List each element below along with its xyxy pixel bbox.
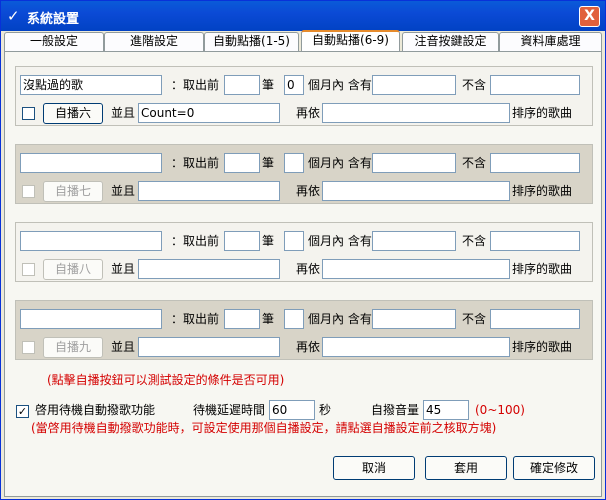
volume-range: (0~100) [475, 403, 525, 417]
sort-input[interactable] [322, 103, 510, 123]
sorted-label: 排序的歌曲 [512, 184, 573, 198]
count-input[interactable] [224, 153, 260, 173]
condition-input[interactable] [138, 337, 280, 357]
tab-phonetic-keys[interactable]: 注音按鍵設定 [402, 32, 499, 51]
pen-label: 筆 [262, 234, 275, 248]
enable-checkbox[interactable] [22, 107, 35, 120]
count-input[interactable] [224, 231, 260, 251]
standby-label: 啓用待機自動撥歌功能 [35, 403, 156, 417]
checkmark-icon: ✓ [7, 7, 20, 25]
autoplay-group-6: 沒點過的歌 ：取出前 筆 0 個月內 含有 不含 自播六 並且 Count=0 … [15, 66, 593, 126]
volume-label: 自撥音量 [371, 403, 420, 417]
months-label: 個月內 含有 [308, 156, 372, 170]
include-input[interactable] [372, 153, 456, 173]
group-name-input[interactable] [20, 153, 162, 173]
autoplay-7-button[interactable]: 自播七 [43, 181, 103, 202]
pen-label: 筆 [262, 156, 275, 170]
exclude-label: 不含 [462, 78, 487, 92]
sorted-label: 排序的歌曲 [512, 340, 573, 354]
group-name-input[interactable] [20, 309, 162, 329]
and-label: 並且 [111, 340, 136, 354]
then-by-label: 再依 [296, 262, 321, 276]
exclude-label: 不含 [462, 312, 487, 326]
condition-input[interactable] [138, 259, 280, 279]
autoplay-9-button[interactable]: 自播九 [43, 337, 103, 358]
months-input[interactable]: 0 [284, 75, 304, 95]
count-input[interactable] [224, 75, 260, 95]
and-label: 並且 [111, 106, 136, 120]
months-label: 個月內 含有 [308, 78, 372, 92]
autoplay-group-7: ：取出前 筆 個月內 含有 不含 自播七 並且 再依 排序的歌曲 [15, 144, 593, 204]
and-label: 並且 [111, 184, 136, 198]
enable-checkbox[interactable] [22, 341, 35, 354]
and-label: 並且 [111, 262, 136, 276]
sorted-label: 排序的歌曲 [512, 106, 573, 120]
sort-input[interactable] [322, 181, 510, 201]
settings-window: ✓ 系統設置 X 一般設定 進階設定 自動點播(1-5) 自動點播(6-9) 注… [0, 0, 606, 500]
then-by-label: 再依 [296, 184, 321, 198]
months-label: 個月內 含有 [308, 234, 372, 248]
cancel-button[interactable]: 取消 [333, 456, 415, 480]
include-input[interactable] [372, 75, 456, 95]
take-prefix-label: ：取出前 [171, 156, 220, 170]
delay-unit: 秒 [319, 403, 332, 417]
tab-autoplay-1-5[interactable]: 自動點播(1-5) [204, 32, 299, 51]
tab-autoplay-6-9[interactable]: 自動點播(6-9) [301, 30, 400, 52]
months-input[interactable] [284, 153, 304, 173]
close-button[interactable]: X [579, 6, 600, 27]
then-by-label: 再依 [296, 340, 321, 354]
exclude-label: 不含 [462, 156, 487, 170]
enable-checkbox[interactable] [22, 185, 35, 198]
delay-label: 待機延遲時間 [193, 403, 266, 417]
test-hint: (點擊自播按鈕可以測試設定的條件是否可用) [47, 373, 285, 387]
take-prefix-label: ：取出前 [171, 234, 220, 248]
apply-button[interactable]: 套用 [425, 456, 507, 480]
autoplay-group-8: ：取出前 筆 個月內 含有 不含 自播八 並且 再依 排序的歌曲 [15, 222, 593, 282]
include-input[interactable] [372, 309, 456, 329]
condition-input[interactable]: Count=0 [138, 103, 280, 123]
sorted-label: 排序的歌曲 [512, 262, 573, 276]
enable-checkbox[interactable] [22, 263, 35, 276]
tab-bar: 一般設定 進階設定 自動點播(1-5) 自動點播(6-9) 注音按鍵設定 資料庫… [1, 30, 605, 52]
take-prefix-label: ：取出前 [171, 312, 220, 326]
pen-label: 筆 [262, 78, 275, 92]
tab-panel: 沒點過的歌 ：取出前 筆 0 個月內 含有 不含 自播六 並且 Count=0 … [4, 51, 602, 497]
autoplay-8-button[interactable]: 自播八 [43, 259, 103, 280]
tab-general[interactable]: 一般設定 [4, 32, 104, 51]
months-input[interactable] [284, 231, 304, 251]
tab-database[interactable]: 資料庫處理 [499, 32, 602, 51]
standby-hint: (當啓用待機自動撥歌功能時，可設定使用那個自播設定，請點選自播設定前之核取方塊) [31, 421, 497, 435]
confirm-button[interactable]: 確定修改 [513, 456, 595, 480]
sort-input[interactable] [322, 337, 510, 357]
delay-input[interactable]: 60 [269, 400, 315, 420]
count-input[interactable] [224, 309, 260, 329]
sort-input[interactable] [322, 259, 510, 279]
include-input[interactable] [372, 231, 456, 251]
tab-advanced[interactable]: 進階設定 [104, 32, 204, 51]
volume-input[interactable]: 45 [423, 400, 469, 420]
exclude-input[interactable] [490, 231, 580, 251]
months-input[interactable] [284, 309, 304, 329]
autoplay-6-button[interactable]: 自播六 [43, 103, 103, 124]
months-label: 個月內 含有 [308, 312, 372, 326]
exclude-input[interactable] [490, 75, 580, 95]
take-prefix-label: ：取出前 [171, 78, 220, 92]
exclude-input[interactable] [490, 153, 580, 173]
title-bar: ✓ 系統設置 X [1, 1, 605, 31]
exclude-label: 不含 [462, 234, 487, 248]
exclude-input[interactable] [490, 309, 580, 329]
condition-input[interactable] [138, 181, 280, 201]
autoplay-group-9: ：取出前 筆 個月內 含有 不含 自播九 並且 再依 排序的歌曲 [15, 300, 593, 360]
group-name-input[interactable] [20, 231, 162, 251]
group-name-input[interactable]: 沒點過的歌 [20, 75, 162, 95]
standby-checkbox[interactable]: ✓ [16, 405, 29, 418]
then-by-label: 再依 [296, 106, 321, 120]
pen-label: 筆 [262, 312, 275, 326]
window-title: 系統設置 [27, 12, 80, 27]
